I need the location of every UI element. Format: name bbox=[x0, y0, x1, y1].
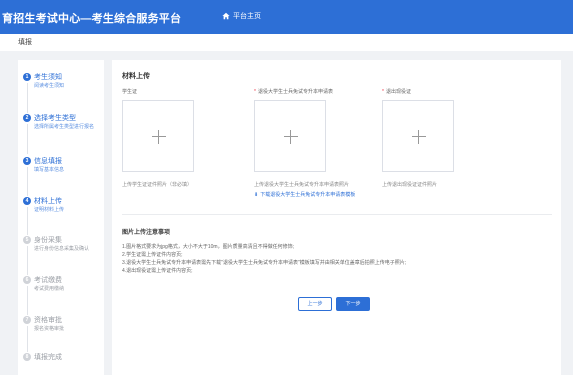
notes-title: 图片上传注意事项 bbox=[122, 230, 171, 236]
step-desc: 报名资格审批 bbox=[34, 326, 65, 332]
step-desc: 证明材料上传 bbox=[34, 207, 65, 213]
note-item: 2.学生证需上传证件内容页; bbox=[122, 252, 183, 258]
upload-hint: 上传退役大学生士兵免试专升本申请表照片 bbox=[254, 182, 350, 188]
step-desc: 选择所属考生类型进行报名 bbox=[34, 124, 95, 130]
notes-list: 1.图片格式要求为jpg格式，大小不大于10m，图片质量高清且不得做任何修饰; … bbox=[122, 243, 406, 275]
step-connector bbox=[26, 124, 28, 154]
step-name: 信息填报 bbox=[34, 158, 62, 165]
upload-label: * 退出现役证 bbox=[382, 89, 411, 95]
note-item: 1.图片格式要求为jpg格式，大小不大于10m，图片质量高清且不得做任何修饰; bbox=[122, 244, 294, 250]
upload-box[interactable] bbox=[122, 100, 194, 172]
main-panel: 材料上传 学生证 上传学生证证件照片（非必填） * 退役大学生士兵免试专升本申请表… bbox=[112, 60, 561, 375]
step-number: 5 bbox=[23, 236, 31, 244]
step-number: 1 bbox=[23, 73, 31, 81]
step-desc: 阅读考生须知 bbox=[34, 83, 65, 89]
platform-title: 育招生考试中心—考生综合服务平台 bbox=[2, 13, 182, 25]
upload-hint: 上传学生证证件照片（非必填） bbox=[122, 182, 193, 188]
step-connector bbox=[26, 246, 28, 275]
step-sidebar: 1 考生须知 阅读考生须知 2 选择考生类型 选择所属考生类型进行报名 3 信息… bbox=[18, 60, 104, 375]
download-icon: ⬇ bbox=[254, 192, 259, 198]
top-header: 育招生考试中心—考生综合服务平台 平台主页 bbox=[0, 0, 573, 34]
step-connector bbox=[26, 167, 28, 196]
note-item: 4.退出现役证需上传证件内容页; bbox=[122, 268, 193, 274]
divider bbox=[122, 214, 552, 215]
home-link-label: 平台主页 bbox=[233, 13, 261, 20]
step-connector bbox=[26, 326, 28, 352]
upload-hint: 上传退出现役证证件照片 bbox=[382, 182, 438, 188]
upload-box[interactable] bbox=[382, 100, 454, 172]
download-template-link[interactable]: ⬇ 下载退役大学生士兵免试专升本申请表模板 bbox=[254, 191, 355, 198]
home-link[interactable]: 平台主页 bbox=[222, 11, 261, 21]
prev-step-button[interactable]: 上一步 bbox=[298, 297, 332, 311]
step-number: 6 bbox=[23, 276, 31, 284]
step-name: 身份采集 bbox=[34, 237, 62, 244]
note-item: 3.退役大学生士兵免试专升本申请表需先下载"退役大学生士兵免试专升本申请表"模板… bbox=[122, 260, 407, 266]
upload-label: 学生证 bbox=[122, 89, 138, 95]
step-name: 考试缴费 bbox=[34, 277, 62, 284]
breadcrumb-bar: 填报 bbox=[0, 34, 573, 51]
step-number: 7 bbox=[23, 316, 31, 324]
step-name: 选择考生类型 bbox=[34, 115, 76, 122]
plus-icon bbox=[412, 130, 426, 144]
step-number: 3 bbox=[23, 157, 31, 165]
step-number: 8 bbox=[23, 353, 31, 361]
step-connector bbox=[26, 286, 28, 315]
step-desc: 考试费用缴纳 bbox=[34, 286, 65, 292]
upload-label: * 退役大学生士兵免试专升本申请表 bbox=[254, 89, 333, 95]
section-title: 材料上传 bbox=[122, 73, 150, 80]
upload-box[interactable] bbox=[254, 100, 326, 172]
step-name: 填报完成 bbox=[34, 354, 62, 361]
step-connector bbox=[26, 207, 28, 235]
step-name: 资格审批 bbox=[34, 317, 62, 324]
home-icon bbox=[222, 12, 230, 20]
step-name: 材料上传 bbox=[34, 198, 62, 205]
step-desc: 填写基本信息 bbox=[34, 167, 65, 173]
step-connector bbox=[26, 83, 28, 113]
plus-icon bbox=[284, 130, 298, 144]
breadcrumb: 填报 bbox=[18, 39, 32, 46]
step-number: 2 bbox=[23, 114, 31, 122]
plus-icon bbox=[152, 130, 166, 144]
step-number: 4 bbox=[23, 197, 31, 205]
step-desc: 进行身份信息采集及确认 bbox=[34, 246, 90, 252]
next-step-button[interactable]: 下一步 bbox=[336, 297, 370, 311]
step-name: 考生须知 bbox=[34, 74, 62, 81]
